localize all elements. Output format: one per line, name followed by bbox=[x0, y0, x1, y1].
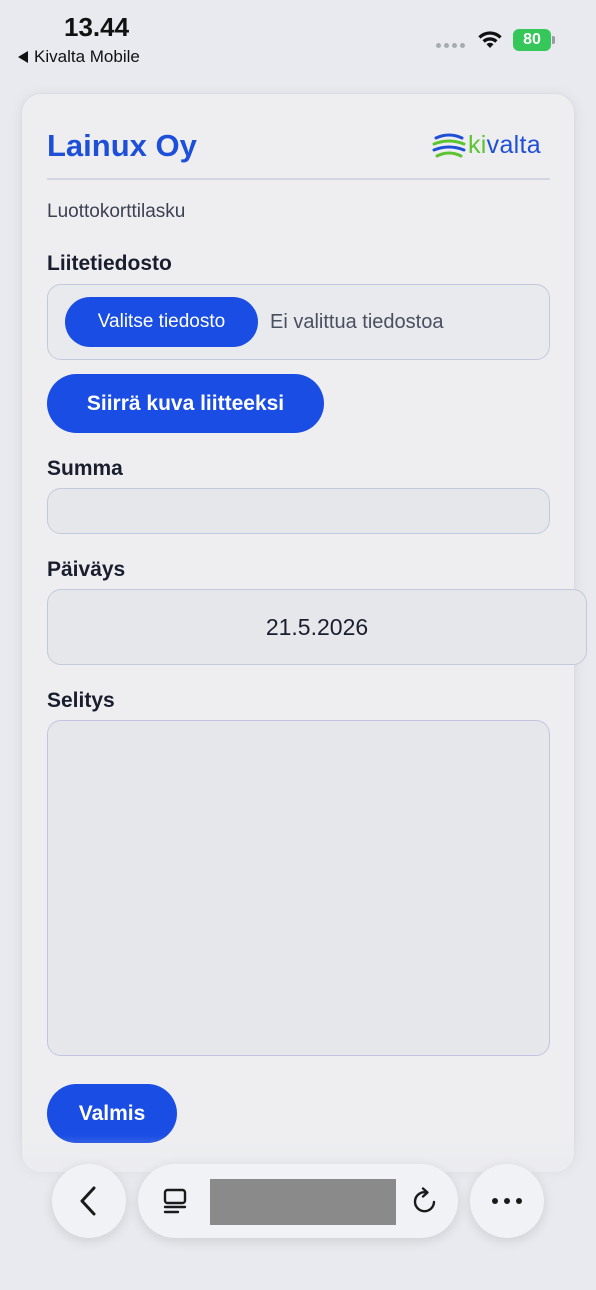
logo-text: kivalta bbox=[468, 130, 541, 159]
tabs-icon[interactable] bbox=[160, 1186, 190, 1216]
choose-file-button[interactable]: Valitse tiedosto bbox=[65, 297, 258, 347]
date-label: Päiväys bbox=[47, 558, 126, 581]
status-time: 13.44 bbox=[64, 12, 130, 42]
url-field-redacted[interactable] bbox=[210, 1179, 396, 1225]
more-button[interactable] bbox=[470, 1164, 544, 1238]
chevron-left-icon bbox=[80, 1186, 96, 1216]
address-bar[interactable] bbox=[138, 1164, 458, 1238]
back-app-label: Kivalta Mobile bbox=[34, 47, 140, 66]
battery-indicator: 80 bbox=[513, 29, 551, 51]
cellular-signal-icon bbox=[436, 43, 465, 48]
reload-icon[interactable] bbox=[410, 1186, 440, 1216]
header-divider bbox=[47, 178, 550, 180]
kivalta-logo: kivalta bbox=[432, 128, 541, 162]
date-input[interactable]: 21.5.2026 bbox=[47, 589, 587, 665]
description-label: Selitys bbox=[47, 689, 115, 712]
back-button[interactable] bbox=[52, 1164, 126, 1238]
more-icon bbox=[492, 1198, 522, 1204]
status-bar: 13.44 Kivalta Mobile 80 bbox=[0, 0, 596, 80]
attachment-label: Liitetiedosto bbox=[47, 252, 172, 275]
battery-nub bbox=[552, 36, 555, 44]
globe-logo-icon bbox=[432, 133, 466, 158]
back-to-app-link[interactable]: Kivalta Mobile bbox=[18, 47, 140, 67]
form-card: Lainux Oy kivalta Luottokorttilasku Liit… bbox=[21, 93, 587, 1173]
file-input[interactable]: Valitse tiedosto Ei valittua tiedostoa bbox=[47, 284, 550, 360]
back-triangle-icon bbox=[18, 51, 28, 63]
no-file-text: Ei valittua tiedostoa bbox=[270, 311, 444, 333]
description-textarea[interactable] bbox=[47, 720, 550, 1056]
wifi-icon bbox=[478, 31, 502, 48]
attach-image-button[interactable]: Siirrä kuva liitteeksi bbox=[47, 374, 324, 433]
amount-input[interactable] bbox=[47, 488, 550, 534]
company-title: Lainux Oy bbox=[47, 128, 197, 163]
amount-label: Summa bbox=[47, 457, 123, 480]
document-type: Luottokorttilasku bbox=[47, 201, 186, 222]
